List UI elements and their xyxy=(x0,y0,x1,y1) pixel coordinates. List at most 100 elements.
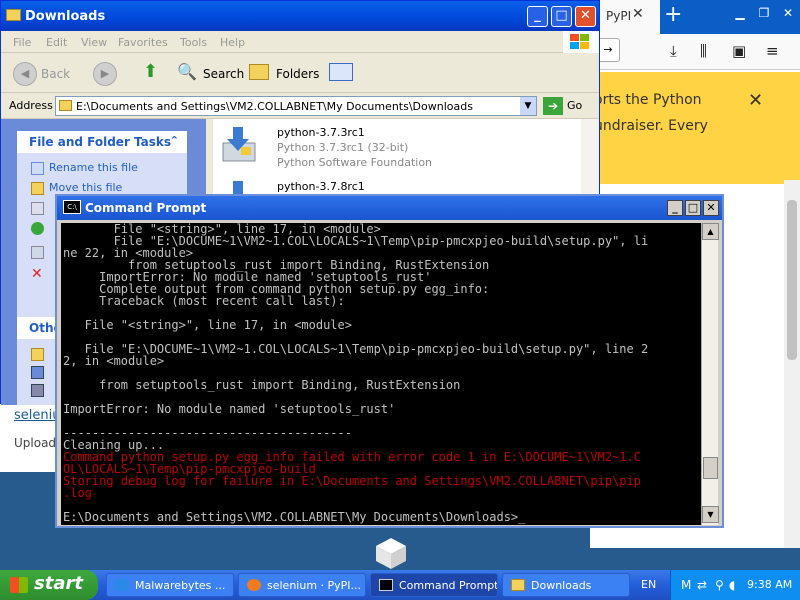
menu-help[interactable]: Help xyxy=(220,36,245,49)
task-rename-file[interactable]: Rename this file xyxy=(31,161,138,175)
cmd-icon xyxy=(379,579,393,591)
back-button-label[interactable]: Back xyxy=(41,67,70,81)
file-name: python-3.7.8rc1 xyxy=(277,180,365,193)
folders-icon[interactable] xyxy=(249,64,269,80)
folder-icon xyxy=(6,9,21,21)
cmd-icon: C:\ xyxy=(63,200,81,214)
command-prompt-window: C:\ Command Prompt _ □ ✕ File "<string>"… xyxy=(55,194,724,528)
task-email-icon[interactable] xyxy=(31,245,49,259)
start-label: start xyxy=(34,573,83,594)
menu-icon[interactable]: ≡ xyxy=(766,42,779,60)
back-arrow-icon[interactable]: ◀ xyxy=(13,62,37,86)
network-tray-icon[interactable]: ⇄ xyxy=(697,578,707,592)
browser-content-left: seleniu Uploade xyxy=(0,400,63,472)
task-move-file[interactable]: Move this file xyxy=(31,181,122,195)
close-window-icon[interactable]: ✕ xyxy=(778,6,798,22)
language-indicator[interactable]: EN xyxy=(641,578,656,591)
scroll-down-icon[interactable]: ▼ xyxy=(702,506,719,523)
dropdown-arrow-icon[interactable]: ▼ xyxy=(520,97,536,115)
other-place-item[interactable] xyxy=(31,347,49,361)
menu-tools[interactable]: Tools xyxy=(180,36,207,49)
scrollbar-thumb[interactable] xyxy=(787,200,797,360)
taskbar-item-firefox[interactable]: selenium · PyPI... xyxy=(238,573,366,597)
taskbar-label: Malwarebytes ... xyxy=(135,579,226,592)
download-icon[interactable]: ⤓ xyxy=(670,42,677,60)
cmd-scrollbar[interactable]: ▲ ▼ xyxy=(701,223,719,525)
volume-tray-icon[interactable]: ◖ xyxy=(729,578,735,592)
collapse-chevron-icon[interactable]: ⌃ xyxy=(170,134,179,147)
python-installer-icon xyxy=(222,127,256,162)
console-line: .log xyxy=(63,486,92,500)
file-publisher: Python Software Foundation xyxy=(277,156,433,169)
banner-close-icon[interactable]: ✕ xyxy=(748,90,763,111)
minimize-button[interactable]: _ xyxy=(527,6,548,27)
close-button[interactable]: ✕ xyxy=(703,200,719,216)
folders-button-label[interactable]: Folders xyxy=(276,67,319,81)
console-line: E:\Documents and Settings\VM2.COLLABNET\… xyxy=(63,510,526,524)
file-item[interactable]: python-3.7.3rc1 Python 3.7.3rc1 (32-bit)… xyxy=(219,121,519,171)
task-copy-icon[interactable] xyxy=(31,201,49,215)
cmd-console[interactable]: File "<string>", line 17, in <module> Fi… xyxy=(61,223,701,525)
cube-icon xyxy=(376,538,406,569)
browser-tab-pypi[interactable]: PyPI ✕ xyxy=(590,0,660,34)
explorer-title-bar[interactable]: Downloads _ □ ✕ xyxy=(1,1,599,31)
tasks-title: File and Folder Tasks xyxy=(29,135,172,149)
scrollbar-thumb[interactable] xyxy=(703,457,718,479)
views-icon[interactable] xyxy=(329,63,353,81)
console-line: Traceback (most recent call last): xyxy=(63,294,345,308)
search-icon[interactable]: 🔍 xyxy=(177,62,197,81)
task-label: Move this file xyxy=(49,181,123,194)
menu-file[interactable]: File xyxy=(13,36,31,49)
malwarebytes-icon xyxy=(115,579,129,591)
windows-flag-icon xyxy=(10,577,28,593)
other-place-item[interactable] xyxy=(31,365,49,379)
taskbar-item-downloads[interactable]: Downloads xyxy=(502,573,630,597)
cmd-title-bar[interactable]: C:\ Command Prompt _ □ ✕ xyxy=(57,196,722,220)
console-line: Storing debug log for failure in E:\Docu… xyxy=(63,474,641,488)
malwarebytes-tray-icon[interactable]: M xyxy=(681,578,691,592)
scroll-up-icon[interactable]: ▲ xyxy=(702,223,719,240)
library-icon[interactable]: ⫼ xyxy=(700,42,707,60)
delete-x-icon: ✕ xyxy=(31,265,43,282)
up-folder-icon[interactable]: ⬆ xyxy=(143,61,158,82)
new-tab-icon[interactable]: + xyxy=(664,2,682,27)
search-button-label[interactable]: Search xyxy=(203,67,244,81)
close-tab-icon[interactable]: ✕ xyxy=(632,6,644,22)
minimize-icon[interactable]: ▁ xyxy=(730,6,750,22)
task-publish-icon[interactable] xyxy=(31,221,49,235)
address-input[interactable]: E:\Documents and Settings\VM2.COLLABNET\… xyxy=(55,96,537,116)
taskbar-item-command-prompt[interactable]: Command Prompt xyxy=(370,573,498,597)
other-place-item[interactable] xyxy=(31,383,49,397)
go-button-label[interactable]: Go xyxy=(567,99,582,112)
sidebar-icon[interactable]: ▣ xyxy=(732,42,746,60)
fundraiser-banner: orts the Python undraiser. Every ✕ xyxy=(590,72,800,184)
console-line: File "<string>", line 17, in <module> xyxy=(63,318,352,332)
browser-scrollbar[interactable] xyxy=(784,180,800,548)
maximize-button[interactable]: □ xyxy=(551,6,572,27)
explorer-toolbar: ◀ Back ▶ ⬆ 🔍 Search Folders xyxy=(1,53,599,93)
system-tray: M ⇄ ⚲ ◖ 9:38 AM xyxy=(670,570,800,600)
menu-favorites[interactable]: Favorites xyxy=(118,36,168,49)
menu-view[interactable]: View xyxy=(81,36,107,49)
go-arrow-icon[interactable]: ➔ xyxy=(543,97,563,115)
address-value: E:\Documents and Settings\VM2.COLLABNET\… xyxy=(76,100,473,113)
close-button[interactable]: ✕ xyxy=(575,6,596,27)
taskbar: start Malwarebytes ... selenium · PyPI..… xyxy=(0,570,800,600)
forward-arrow-icon[interactable]: ▶ xyxy=(93,62,117,86)
console-line: 2, in <module> xyxy=(63,354,165,368)
selenium-link[interactable]: seleniu xyxy=(14,408,60,423)
maximize-button[interactable]: □ xyxy=(685,200,701,216)
folder-icon xyxy=(31,347,44,361)
restore-icon[interactable]: ❐ xyxy=(754,6,774,22)
banner-text-2: undraiser. Every xyxy=(594,118,708,134)
taskbar-label: Downloads xyxy=(531,579,592,592)
taskbar-item-malwarebytes[interactable]: Malwarebytes ... xyxy=(106,573,234,597)
start-button[interactable]: start xyxy=(0,570,98,600)
menu-edit[interactable]: Edit xyxy=(46,36,67,49)
email-icon xyxy=(31,245,44,259)
globe-icon xyxy=(31,221,44,235)
task-delete-icon[interactable]: ✕ xyxy=(31,267,49,281)
file-folder-tasks-header[interactable]: File and Folder Tasks ⌃ xyxy=(17,131,187,153)
minimize-button[interactable]: _ xyxy=(667,200,683,216)
search-tray-icon[interactable]: ⚲ xyxy=(715,578,724,592)
